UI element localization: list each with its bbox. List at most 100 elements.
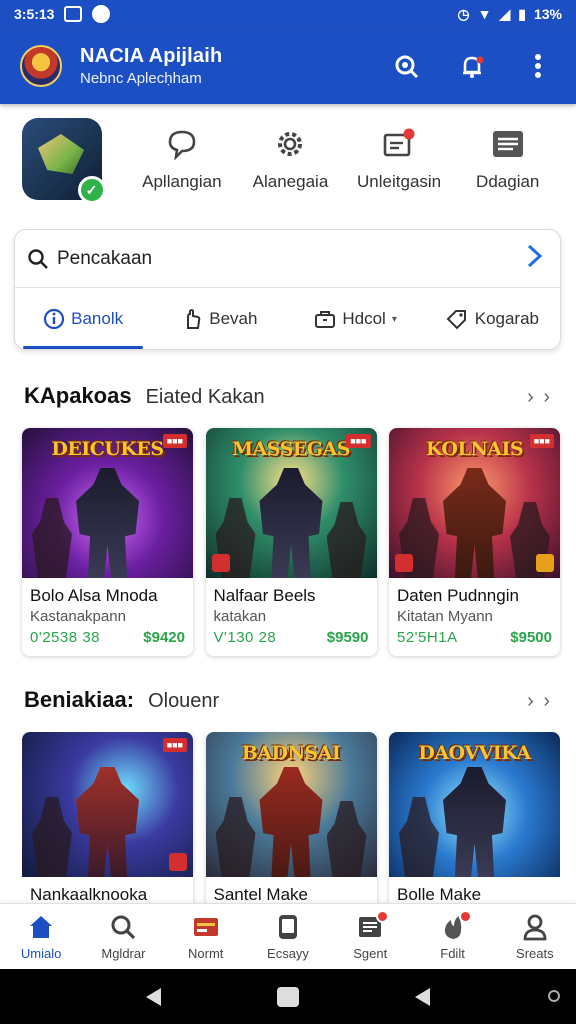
search-icon [108, 912, 138, 942]
quick-action-2[interactable]: Alanegaia [236, 118, 345, 192]
game-subtitle: Kitatan Myann [397, 608, 493, 625]
overflow-menu-button[interactable] [520, 48, 556, 84]
art-hero [259, 767, 323, 877]
app-logo [20, 45, 62, 87]
platform-icon [211, 554, 230, 572]
section-title: KApakoas [24, 383, 132, 408]
featured-app-icon[interactable]: ✓ [22, 118, 106, 204]
flame-icon [438, 910, 472, 942]
game-card[interactable]: KOLNAIS ■■■ Daten Pudnngin Kitatan Myann… [389, 428, 560, 656]
game-name: Daten Pudnngin [397, 586, 519, 605]
nav-item-home[interactable]: Umialo [0, 904, 82, 969]
status-bar: 3:5:13 ◷ ▼ ◢ ▮ 13% [0, 0, 576, 28]
art-hero [443, 468, 506, 578]
art-figure [32, 797, 72, 877]
app-artwork [38, 134, 84, 174]
tag-icon [446, 310, 466, 330]
quick-action-3[interactable]: Unleitgasin [345, 118, 454, 192]
game-name: Nankaalknooka [30, 885, 148, 903]
gallery-icon [64, 6, 83, 22]
quick-action-label: Ddagian [476, 172, 540, 191]
art-hero [443, 767, 506, 877]
hand-icon [187, 309, 201, 329]
system-navigation-bar [0, 969, 576, 1024]
game-name: Bolo Alsa Mnoda [30, 586, 158, 605]
art-figure [32, 498, 72, 578]
search-input[interactable] [57, 247, 497, 270]
filter-tab-3[interactable]: Hdcol ▾ [288, 288, 424, 350]
art-hero [76, 468, 139, 578]
game-artwork: KOLNAIS ■■■ [389, 428, 560, 578]
filter-tab-4[interactable]: Kogarab [424, 288, 560, 350]
info-icon [44, 308, 65, 330]
search-go-button[interactable] [524, 243, 544, 274]
art-figure [326, 801, 367, 877]
notification-dot [458, 910, 472, 923]
game-artwork: ■■■ [22, 732, 193, 877]
nav-item-news[interactable]: Sgent [329, 904, 411, 969]
quick-action-label: Unleitgasin [357, 172, 442, 191]
inbox-alert-icon [379, 124, 419, 164]
quick-action-1[interactable]: Apllangian [128, 118, 237, 192]
gear-icon [270, 124, 310, 164]
quick-action-4[interactable]: Ddagian [453, 118, 562, 192]
game-artwork: DAOVVIKA [389, 732, 560, 877]
nav-label: Ecsayy [267, 946, 309, 961]
filter-tab-1[interactable]: Banolk [15, 288, 151, 350]
game-name: Bolle Make [397, 885, 482, 903]
notifications-button[interactable] [454, 48, 490, 84]
nav-item-phone[interactable]: Ecsayy [247, 904, 329, 969]
game-card[interactable]: MASSEGAS ■■■ Nalfaar Beels katakan V'130… [205, 428, 377, 656]
home-square-icon[interactable] [277, 986, 299, 1007]
nav-label: Sgent [353, 946, 388, 961]
bottom-navigation: Umialo Mgldrar Normt Ecsayy Sgent Fdilt [0, 903, 576, 969]
nav-item-profile[interactable]: Sreats [494, 904, 576, 969]
search-card: Banolk Bevah Hdcol ▾ Kogarab [14, 229, 561, 350]
filter-tabs: Banolk Bevah Hdcol ▾ Kogarab [15, 288, 560, 350]
art-hero [259, 468, 323, 578]
more-vertical-icon [535, 54, 541, 78]
game-card[interactable]: DAOVVIKA Bolle Make [389, 732, 560, 903]
chat-bubble-icon [162, 124, 202, 164]
back-icon[interactable] [146, 987, 161, 1006]
game-card[interactable]: ■■■ Nankaalknooka [22, 732, 193, 903]
notification-dot [376, 910, 390, 923]
see-more-button[interactable]: › › [527, 690, 552, 713]
game-price: $9500 [510, 629, 552, 646]
see-more-button[interactable]: › › [527, 386, 552, 409]
nav-item-cards[interactable]: Normt [165, 904, 247, 969]
section-subtitle: Olouenr [148, 690, 220, 712]
art-figure [399, 797, 439, 877]
scan-button[interactable] [388, 48, 424, 84]
dropdown-caret-icon: ▾ [391, 313, 397, 325]
card-row-2: ■■■ Nankaalknooka BADNSAI Santel Make DA… [22, 732, 560, 903]
assistant-icon[interactable] [548, 990, 560, 1002]
nav-label: Normt [188, 946, 224, 961]
nav-label: Sreats [516, 946, 554, 961]
game-price: $9420 [143, 629, 185, 646]
nav-item-hot[interactable]: Fdilt [411, 904, 493, 969]
nav-label: Umialo [20, 946, 62, 961]
game-name: Nalfaar Beels [213, 586, 316, 605]
art-figure [326, 502, 367, 578]
recents-back-icon[interactable] [415, 987, 430, 1006]
nav-label: Mgldrar [101, 946, 146, 961]
game-subtitle: katakan [213, 608, 267, 625]
person-icon [520, 912, 550, 942]
art-figure [215, 797, 256, 877]
card-icon [191, 912, 221, 942]
section-header-1: KApakoas Eiated Kakan › › [24, 383, 552, 409]
filter-tab-2[interactable]: Bevah [151, 288, 287, 350]
nav-label: Fdilt [440, 946, 465, 961]
quick-actions-row: ✓ Apllangian Alanegaia Unleitgasin Ddagi… [22, 118, 562, 204]
app-bar: NACIA Apijlaih Nebnc Aplecḥham [0, 28, 576, 104]
section-header-2: Beniakiaa: Olouenr › › [24, 687, 552, 713]
game-card[interactable]: DEICUKES ■■■ Bolo Alsa Mnoda Kastanakpan… [22, 428, 193, 656]
battery-icon: ▮ [518, 5, 526, 22]
section-title: Beniakiaa: [24, 687, 135, 712]
nav-item-search[interactable]: Mgldrar [82, 904, 164, 969]
game-price: $9590 [326, 629, 369, 646]
verified-check-icon: ✓ [77, 176, 106, 204]
game-card[interactable]: BADNSAI Santel Make [205, 732, 377, 903]
app-title: NACIA Apijlaih [80, 45, 223, 67]
